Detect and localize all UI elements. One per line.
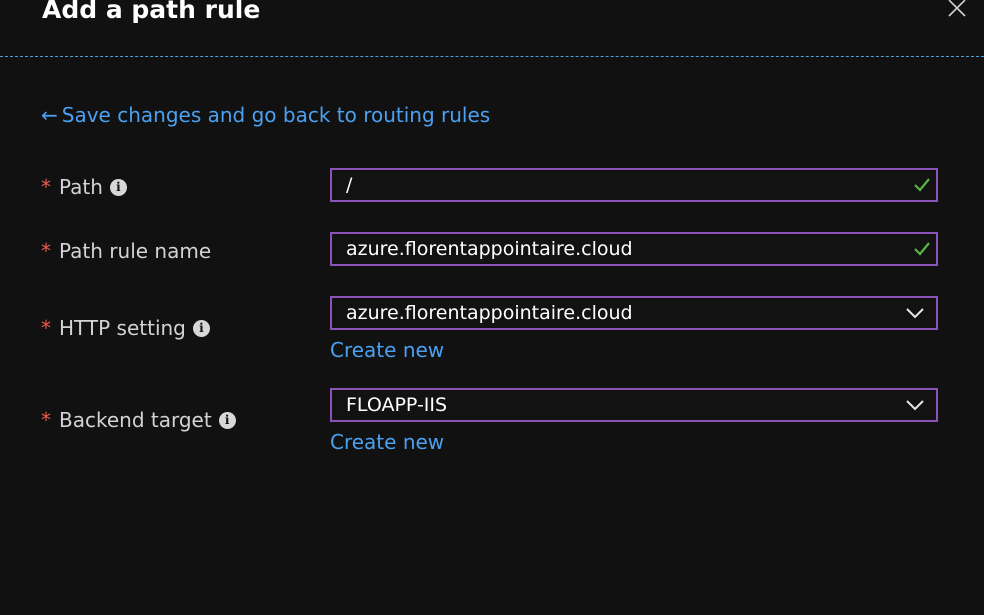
valid-check-icon (914, 178, 930, 192)
backend-target-selected-value: FLOAPP-IIS (346, 394, 448, 416)
http-setting-create-new-link[interactable]: Create new (330, 337, 444, 363)
info-icon[interactable]: i (218, 412, 236, 429)
chevron-down-icon (906, 308, 924, 319)
required-marker: * (41, 408, 51, 432)
backend-target-label-text: Backend target (59, 408, 212, 432)
path-input[interactable]: / (330, 168, 938, 202)
http-setting-selected-value: azure.florentappointaire.cloud (346, 302, 633, 324)
path-rule-name-value: azure.florentappointaire.cloud (346, 238, 633, 260)
close-icon[interactable] (946, 0, 968, 18)
panel-header: Add a path rule (0, 0, 984, 57)
path-rule-name-label-text: Path rule name (59, 239, 212, 263)
path-label: * Path i (41, 174, 127, 200)
backend-target-create-new-link[interactable]: Create new (330, 429, 444, 455)
path-rule-panel: Add a path rule ← Save changes and go bac… (0, 0, 984, 615)
back-link-label: Save changes and go back to routing rule… (61, 103, 491, 127)
path-label-text: Path (59, 175, 103, 199)
http-setting-select[interactable]: azure.florentappointaire.cloud (330, 296, 938, 330)
info-icon[interactable]: i (109, 179, 127, 196)
path-rule-name-input[interactable]: azure.florentappointaire.cloud (330, 232, 938, 266)
path-input-value: / (346, 174, 353, 196)
back-to-routing-rules-link[interactable]: ← Save changes and go back to routing rul… (41, 101, 490, 129)
path-rule-name-label: * Path rule name (41, 238, 211, 264)
info-icon[interactable]: i (192, 320, 210, 337)
panel-title: Add a path rule (42, 0, 261, 24)
back-arrow-icon: ← (41, 103, 58, 127)
backend-target-label: * Backend target i (41, 407, 236, 433)
required-marker: * (41, 316, 51, 340)
http-setting-label-text: HTTP setting (59, 316, 186, 340)
valid-check-icon (914, 242, 930, 256)
chevron-down-icon (906, 400, 924, 411)
required-marker: * (41, 175, 51, 199)
backend-target-select[interactable]: FLOAPP-IIS (330, 388, 938, 422)
required-marker: * (41, 239, 51, 263)
http-setting-label: * HTTP setting i (41, 315, 210, 341)
